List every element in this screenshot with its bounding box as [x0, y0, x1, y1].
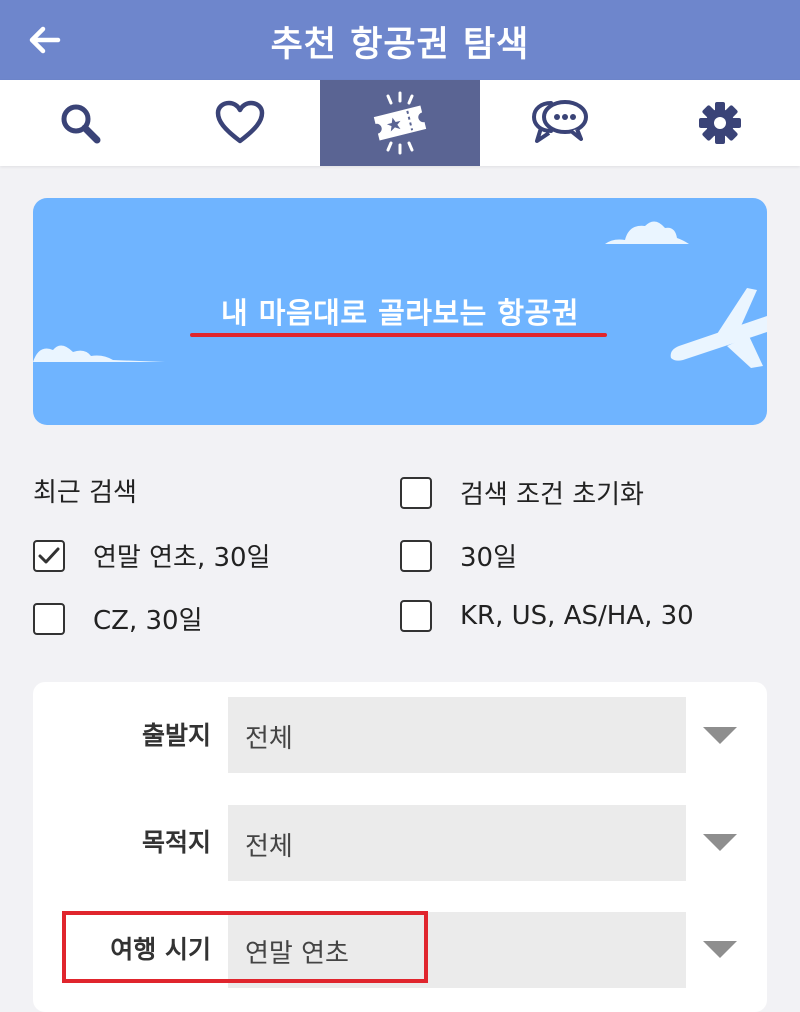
- chevron-down-icon[interactable]: [703, 727, 737, 744]
- tab-search[interactable]: [0, 80, 160, 166]
- checkbox[interactable]: [400, 476, 432, 509]
- destination-label: 목적지: [141, 828, 211, 857]
- checkbox[interactable]: [400, 539, 432, 572]
- recent-search-item-label: 연말 연초, 30일: [93, 543, 271, 573]
- destination-value: 전체: [245, 832, 293, 862]
- reset-filters-label: 검색 조건 초기화: [460, 480, 644, 510]
- cloud-icon: [605, 221, 689, 244]
- promo-banner[interactable]: 내 마음대로 골라보는 항공권: [33, 198, 767, 425]
- chat-icon: [531, 100, 588, 143]
- departure-select[interactable]: 전체: [228, 697, 686, 773]
- tab-recommended-tickets[interactable]: [320, 80, 480, 166]
- destination-select[interactable]: 전체: [228, 805, 686, 881]
- gear-icon: [699, 102, 741, 144]
- app-header: 추천 항공권 탐색: [0, 0, 800, 80]
- cloud-icon: [33, 345, 165, 362]
- chevron-down-icon[interactable]: [703, 941, 737, 958]
- departure-label: 출발지: [141, 721, 211, 750]
- ticket-icon: [373, 91, 427, 155]
- tab-chat[interactable]: [480, 80, 640, 166]
- recent-search-item-label: 30일: [460, 543, 518, 573]
- recent-search-label: 최근 검색: [33, 478, 137, 508]
- recent-search-item[interactable]: 30일: [400, 537, 517, 574]
- banner-title: 내 마음대로 골라보는 항공권: [221, 296, 579, 330]
- page-title: 추천 항공권 탐색: [270, 25, 530, 65]
- recent-search-item[interactable]: CZ, 30일: [33, 600, 203, 637]
- checkbox[interactable]: [400, 600, 432, 632]
- recent-search-item-label: CZ, 30일: [93, 606, 203, 636]
- departure-value: 전체: [245, 724, 293, 754]
- recent-search-item[interactable]: KR, US, AS/HA, 30: [400, 600, 694, 632]
- recent-search-item-label: KR, US, AS/HA, 30: [460, 601, 694, 631]
- checkbox[interactable]: [33, 602, 65, 635]
- chevron-down-icon[interactable]: [703, 834, 737, 851]
- heart-icon: [215, 100, 265, 144]
- search-icon: [61, 104, 101, 144]
- checkbox[interactable]: [33, 539, 65, 572]
- banner-underline-annotation: [190, 333, 607, 337]
- reset-filters-checkbox[interactable]: 검색 조건 초기화: [400, 474, 644, 511]
- tab-favorites[interactable]: [160, 80, 320, 166]
- recent-search-item[interactable]: 연말 연초, 30일: [33, 537, 270, 574]
- tab-bar: [0, 80, 800, 166]
- checkmark-icon: [38, 547, 60, 563]
- highlight-annotation-box: [62, 911, 428, 983]
- tab-settings[interactable]: [640, 80, 800, 166]
